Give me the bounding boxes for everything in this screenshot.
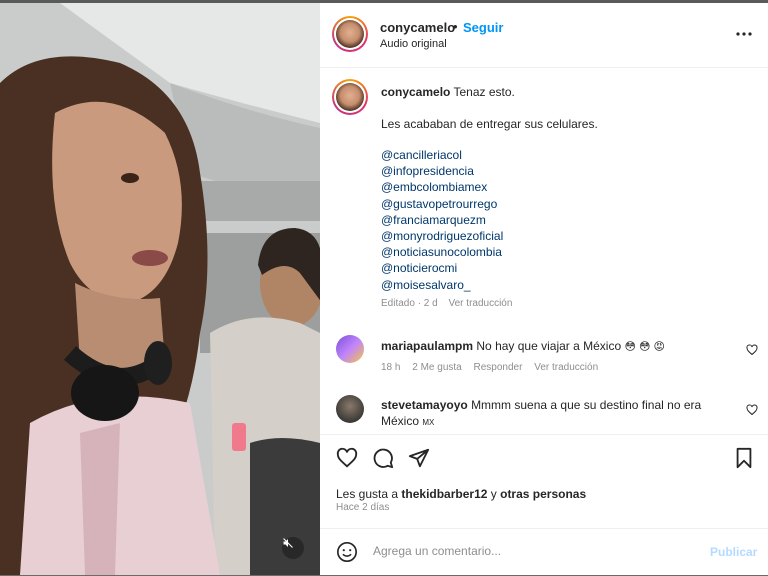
comment-text: Mmmm suena a que su destino final no era — [471, 398, 702, 412]
flag-code: MX — [422, 418, 435, 427]
share-paper-plane-icon[interactable] — [408, 447, 430, 469]
comment-username[interactable]: mariapaulampm — [381, 339, 473, 353]
add-comment-bar: Publicar — [320, 528, 768, 576]
caption-text: Tenaz esto. — [453, 85, 515, 99]
caption-avatar — [336, 83, 364, 111]
post-header: conycamelo • Seguir Audio original — [320, 3, 768, 68]
like-comment-heart-icon[interactable] — [746, 344, 758, 356]
post-video[interactable] — [0, 3, 320, 575]
translate-link[interactable]: Ver traducción — [449, 298, 513, 309]
mention-link[interactable]: @noticiasunocolombia — [381, 244, 751, 260]
comments-scroll-area[interactable]: conycamelo Tenaz esto. Les acababan de e… — [320, 68, 768, 433]
like-heart-icon[interactable] — [336, 447, 358, 469]
mention-link[interactable]: @embcolombiamex — [381, 179, 751, 195]
comment-row: stevetamayoyo Mmmm suena a que su destin… — [381, 397, 731, 431]
audio-link[interactable]: Audio original — [380, 38, 447, 50]
mention-link[interactable]: @franciamarquezm — [381, 212, 751, 228]
likes-summary: Les gusta a thekidbarber12 y otras perso… — [336, 487, 586, 501]
speaker-muted-icon — [283, 538, 293, 548]
separator-dot: • — [453, 19, 458, 34]
story-ring[interactable] — [332, 16, 368, 52]
save-bookmark-icon[interactable] — [734, 447, 754, 469]
mention-link[interactable]: @infopresidencia — [381, 163, 751, 179]
mention-link[interactable]: @cancilleriacol — [381, 147, 751, 163]
mention-link[interactable]: @noticierocmi — [381, 260, 751, 276]
mention-link[interactable]: @gustavopetrourrego — [381, 196, 751, 212]
likes-others-link[interactable]: otras personas — [500, 487, 586, 501]
comment-likes[interactable]: 2 Me gusta — [412, 362, 461, 373]
likes-prefix: Les gusta a — [336, 487, 402, 501]
like-comment-heart-icon[interactable] — [746, 404, 758, 416]
comment-text-cont: México — [381, 414, 420, 428]
avatar — [336, 20, 364, 48]
comment-username[interactable]: stevetamayoyo — [381, 398, 468, 412]
translate-link[interactable]: Ver traducción — [534, 362, 598, 373]
mute-toggle-button[interactable] — [282, 537, 304, 559]
comment-avatar[interactable] — [336, 395, 364, 423]
comment-text: No hay que viajar a México — [476, 339, 622, 353]
caption-block: conycamelo Tenaz esto. Les acababan de e… — [381, 84, 751, 309]
mention-list: @cancilleriacol @infopresidencia @embcol… — [381, 147, 751, 293]
mention-link[interactable]: @moisesalvaro_ — [381, 277, 751, 293]
likes-and: y — [487, 487, 501, 501]
emoji-picker-icon[interactable] — [336, 541, 358, 563]
likes-user-link[interactable]: thekidbarber12 — [401, 487, 487, 501]
comment-bubble-icon[interactable] — [372, 447, 394, 469]
edited-time: Editado · 2 d — [381, 297, 438, 309]
mention-link[interactable]: @monyrodriguezoficial — [381, 228, 751, 244]
comment-emojis: 😳 😳 😡 — [624, 341, 665, 353]
comment-avatar[interactable] — [336, 335, 364, 363]
caption-line2: Les acababan de entregar sus celulares. — [381, 117, 598, 131]
post-actions: Les gusta a thekidbarber12 y otras perso… — [320, 434, 768, 529]
comment-input[interactable] — [371, 543, 675, 559]
caption-meta: Editado · 2 d Ver traducción — [381, 298, 751, 309]
post-time[interactable]: Hace 2 días — [336, 502, 389, 513]
comment-row: mariapaulampm No hay que viajar a México… — [381, 338, 741, 373]
header-username[interactable]: conycamelo — [380, 20, 455, 35]
publish-button[interactable]: Publicar — [710, 545, 757, 559]
video-frame-illustration — [0, 3, 320, 575]
caption-username[interactable]: conycamelo — [381, 85, 450, 99]
follow-button[interactable]: Seguir — [463, 20, 503, 35]
post-side-panel: conycamelo • Seguir Audio original conyc… — [320, 3, 768, 575]
caption-story-ring[interactable] — [332, 79, 368, 115]
reply-button[interactable]: Responder — [474, 362, 523, 373]
comment-time: 18 h — [381, 362, 401, 373]
more-options-icon[interactable] — [736, 23, 752, 41]
